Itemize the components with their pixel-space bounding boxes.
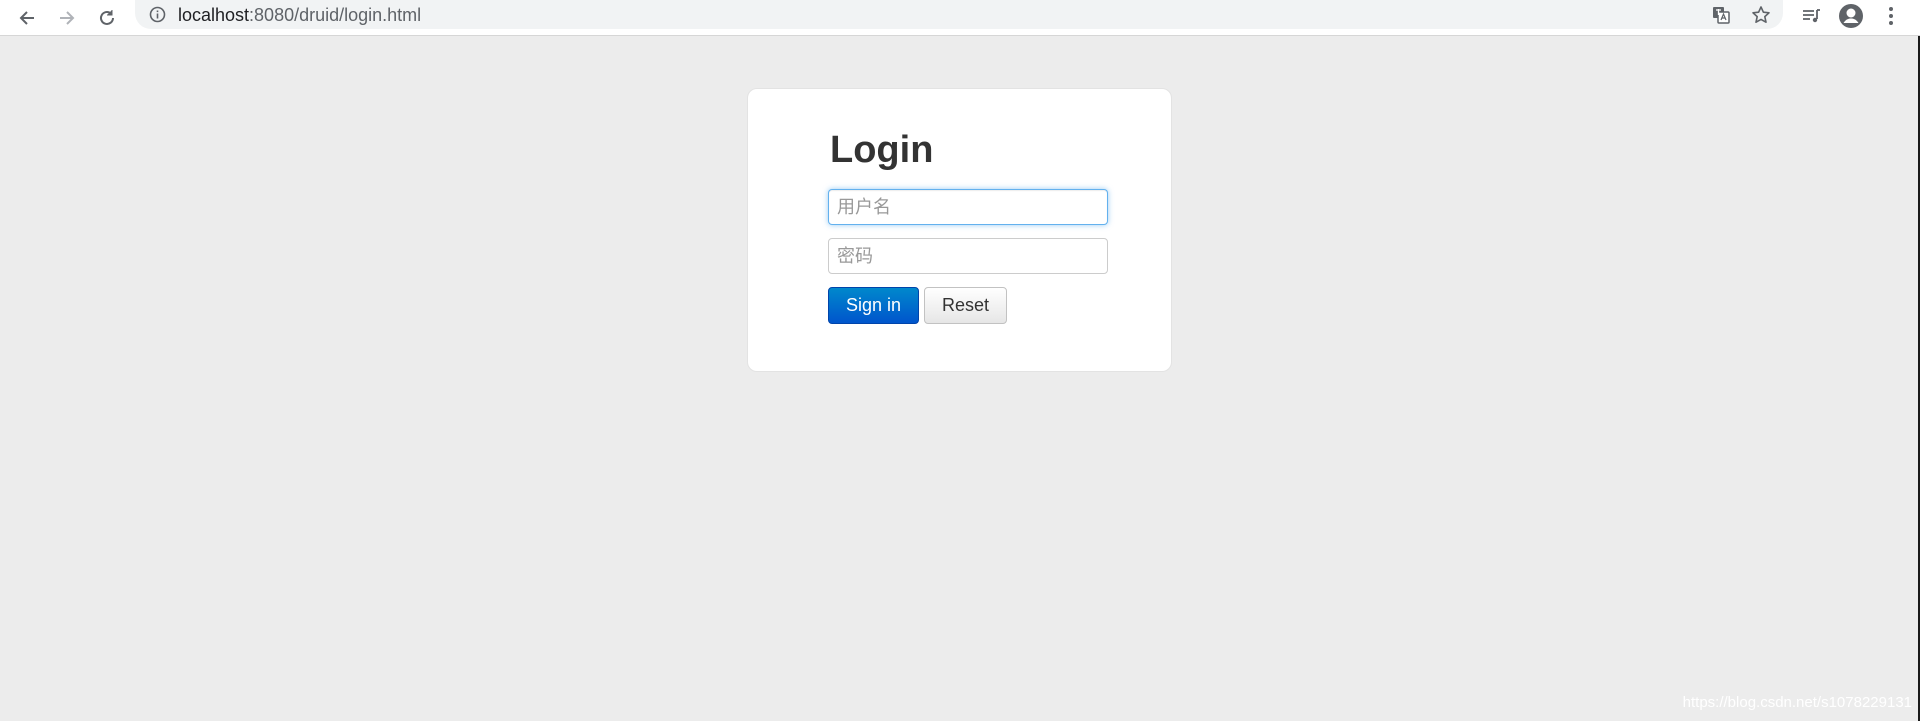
- login-panel: Login Sign in Reset: [747, 88, 1172, 372]
- info-icon[interactable]: [149, 6, 166, 23]
- reload-icon[interactable]: [93, 4, 121, 32]
- address-bar[interactable]: localhost:8080/druid/login.html: [135, 0, 1783, 29]
- url-path: :8080/druid/login.html: [249, 5, 422, 25]
- kebab-menu-icon[interactable]: [1876, 1, 1906, 31]
- url-host: localhost: [178, 5, 250, 25]
- star-icon[interactable]: [1748, 2, 1774, 28]
- watermark-text: https://blog.csdn.net/s1078229131: [1682, 694, 1912, 711]
- reset-label: Reset: [941, 295, 990, 315]
- username-input[interactable]: [828, 189, 1108, 225]
- forward-arrow-icon[interactable]: [53, 4, 81, 32]
- back-arrow-icon[interactable]: [13, 4, 41, 32]
- sign-in-label: Sign in: [845, 295, 902, 315]
- media-playlist-icon[interactable]: [1796, 1, 1826, 31]
- url-text[interactable]: localhost:8080/druid/login.html: [178, 5, 421, 26]
- translate-icon[interactable]: [1708, 2, 1734, 28]
- sign-in-button[interactable]: Sign in: [828, 287, 919, 324]
- login-title: Login: [830, 129, 934, 171]
- browser-toolbar: localhost:8080/druid/login.html: [0, 0, 1920, 36]
- account-circle-icon[interactable]: [1836, 1, 1866, 31]
- password-input[interactable]: [828, 238, 1108, 274]
- reset-button[interactable]: Reset: [924, 287, 1007, 324]
